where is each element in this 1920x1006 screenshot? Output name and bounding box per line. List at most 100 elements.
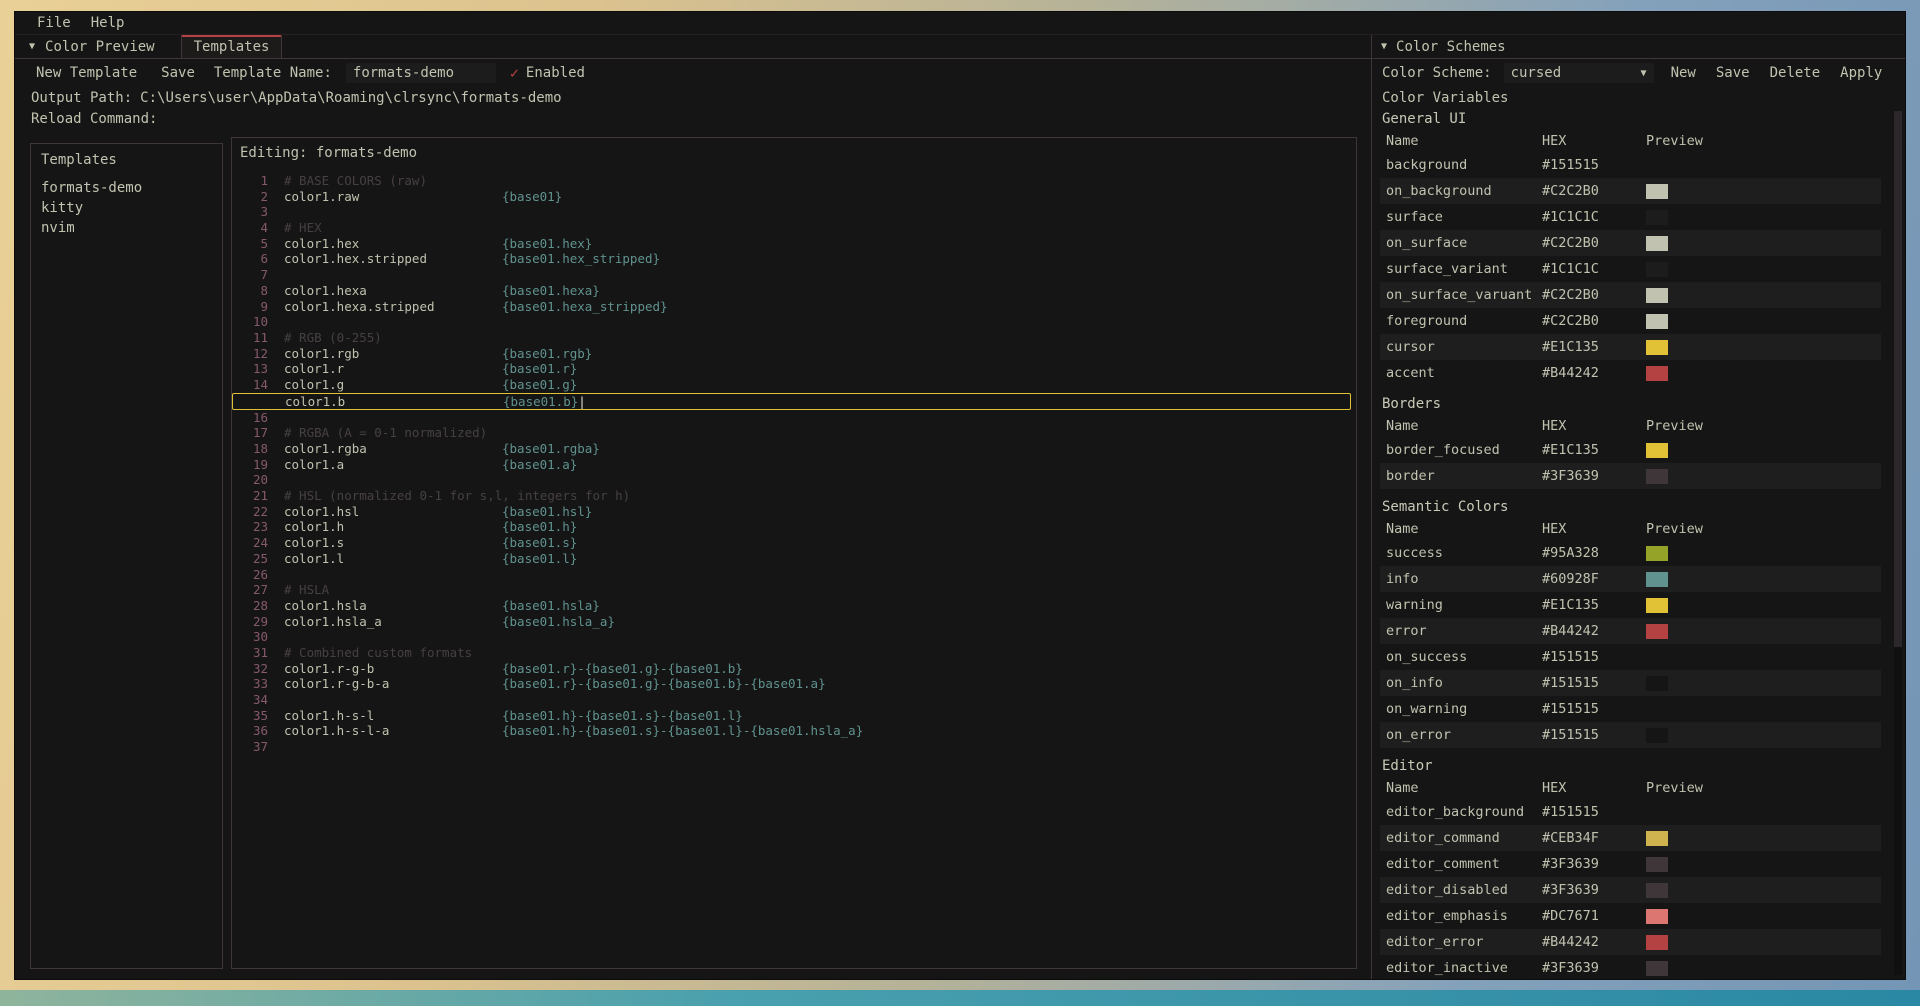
editor-line[interactable]: 37 bbox=[232, 739, 1356, 755]
menu-item-file[interactable]: File bbox=[37, 15, 71, 31]
color-variable-row[interactable]: on_warning#151515 bbox=[1380, 696, 1881, 722]
color-variable-row[interactable]: error#B44242 bbox=[1380, 618, 1881, 644]
variable-hex[interactable]: #E1C135 bbox=[1542, 339, 1646, 355]
variable-hex[interactable]: #151515 bbox=[1542, 675, 1646, 691]
variable-hex[interactable]: #151515 bbox=[1542, 727, 1646, 743]
editor-line[interactable]: 27# HSLA bbox=[232, 582, 1356, 598]
color-variable-row[interactable]: editor_command#CEB34F bbox=[1380, 825, 1881, 851]
color-variable-row[interactable]: editor_error#B44242 bbox=[1380, 929, 1881, 955]
editor-line[interactable]: 34 bbox=[232, 692, 1356, 708]
editor-line[interactable]: 12color1.rgb{base01.rgb} bbox=[232, 346, 1356, 362]
color-variable-row[interactable]: cursor#E1C135 bbox=[1380, 334, 1881, 360]
editor-line[interactable]: 14color1.g{base01.g} bbox=[232, 377, 1356, 393]
editor-line[interactable]: 31# Combined custom formats bbox=[232, 645, 1356, 661]
color-swatch[interactable] bbox=[1646, 236, 1668, 251]
variable-hex[interactable]: #3F3639 bbox=[1542, 960, 1646, 976]
editor-line[interactable]: 25color1.l{base01.l} bbox=[232, 551, 1356, 567]
editor-line[interactable]: 26 bbox=[232, 567, 1356, 583]
output-path-value[interactable]: C:\Users\user\AppData\Roaming\clrsync\fo… bbox=[140, 90, 561, 106]
template-name-input[interactable] bbox=[346, 63, 496, 83]
variable-hex[interactable]: #1C1C1C bbox=[1542, 261, 1646, 277]
variable-hex[interactable]: #B44242 bbox=[1542, 623, 1646, 639]
color-swatch[interactable] bbox=[1646, 598, 1668, 613]
editor-line[interactable]: 33color1.r-g-b-a{base01.r}-{base01.g}-{b… bbox=[232, 676, 1356, 692]
variable-hex[interactable]: #E1C135 bbox=[1542, 597, 1646, 613]
editor-line[interactable]: 2color1.raw{base01} bbox=[232, 189, 1356, 205]
color-swatch[interactable] bbox=[1646, 314, 1668, 329]
enabled-checkbox[interactable]: ✓ Enabled bbox=[510, 64, 585, 82]
color-variable-row[interactable]: border_focused#E1C135 bbox=[1380, 437, 1881, 463]
editor-line-active[interactable]: 15color1.b{base01.b}| bbox=[232, 393, 1351, 410]
editor-line[interactable]: 1# BASE COLORS (raw) bbox=[232, 173, 1356, 189]
color-swatch[interactable] bbox=[1646, 935, 1668, 950]
editor-line[interactable]: 19color1.a{base01.a} bbox=[232, 457, 1356, 473]
editor-line[interactable]: 22color1.hsl{base01.hsl} bbox=[232, 504, 1356, 520]
color-variable-row[interactable]: on_background#C2C2B0 bbox=[1380, 178, 1881, 204]
editor-line[interactable]: 11# RGB (0-255) bbox=[232, 330, 1356, 346]
chevron-down-icon[interactable]: ▼ bbox=[29, 41, 35, 52]
color-swatch[interactable] bbox=[1646, 909, 1668, 924]
editor-line[interactable]: 29color1.hsla_a{base01.hsla_a} bbox=[232, 614, 1356, 630]
editor-line[interactable]: 10 bbox=[232, 314, 1356, 330]
color-swatch[interactable] bbox=[1646, 469, 1668, 484]
scrollbar-thumb[interactable] bbox=[1894, 111, 1902, 647]
variable-hex[interactable]: #CEB34F bbox=[1542, 830, 1646, 846]
editor-line[interactable]: 5color1.hex{base01.hex} bbox=[232, 236, 1356, 252]
editor-line[interactable]: 36color1.h-s-l-a{base01.h}-{base01.s}-{b… bbox=[232, 723, 1356, 739]
color-swatch[interactable] bbox=[1646, 366, 1668, 381]
color-variable-row[interactable]: on_surface#C2C2B0 bbox=[1380, 230, 1881, 256]
editor-line[interactable]: 28color1.hsla{base01.hsla} bbox=[232, 598, 1356, 614]
variable-hex[interactable]: #151515 bbox=[1542, 804, 1646, 820]
variable-hex[interactable]: #C2C2B0 bbox=[1542, 313, 1646, 329]
color-swatch[interactable] bbox=[1646, 676, 1668, 691]
color-swatch[interactable] bbox=[1646, 728, 1668, 743]
new-template-button[interactable]: New Template bbox=[31, 63, 142, 83]
editor-line[interactable]: 6color1.hex.stripped{base01.hex_stripped… bbox=[232, 251, 1356, 267]
save-template-button[interactable]: Save bbox=[156, 63, 200, 83]
editor-line[interactable]: 21# HSL (normalized 0-1 for s,l, integer… bbox=[232, 488, 1356, 504]
color-variable-row[interactable]: success#95A328 bbox=[1380, 540, 1881, 566]
color-swatch[interactable] bbox=[1646, 805, 1668, 820]
color-variable-row[interactable]: editor_comment#3F3639 bbox=[1380, 851, 1881, 877]
variable-hex[interactable]: #B44242 bbox=[1542, 365, 1646, 381]
editor-line[interactable]: 9color1.hexa.stripped{base01.hexa_stripp… bbox=[232, 299, 1356, 315]
variable-hex[interactable]: #3F3639 bbox=[1542, 468, 1646, 484]
color-swatch[interactable] bbox=[1646, 288, 1668, 303]
color-swatch[interactable] bbox=[1646, 210, 1668, 225]
editor-line[interactable]: 7 bbox=[232, 267, 1356, 283]
chevron-down-icon[interactable]: ▼ bbox=[1381, 41, 1387, 52]
color-swatch[interactable] bbox=[1646, 340, 1668, 355]
variable-hex[interactable]: #151515 bbox=[1542, 649, 1646, 665]
editor-line[interactable]: 35color1.h-s-l{base01.h}-{base01.s}-{bas… bbox=[232, 708, 1356, 724]
color-swatch[interactable] bbox=[1646, 546, 1668, 561]
color-variable-row[interactable]: border#3F3639 bbox=[1380, 463, 1881, 489]
editor-line[interactable]: 24color1.s{base01.s} bbox=[232, 535, 1356, 551]
color-swatch[interactable] bbox=[1646, 883, 1668, 898]
variable-hex[interactable]: #DC7671 bbox=[1542, 908, 1646, 924]
variable-hex[interactable]: #1C1C1C bbox=[1542, 209, 1646, 225]
scheme-new-button[interactable]: New bbox=[1666, 63, 1701, 83]
color-swatch[interactable] bbox=[1646, 624, 1668, 639]
tab-templates[interactable]: Templates bbox=[181, 35, 283, 58]
scheme-save-button[interactable]: Save bbox=[1711, 63, 1755, 83]
color-swatch[interactable] bbox=[1646, 184, 1668, 199]
variable-hex[interactable]: #95A328 bbox=[1542, 545, 1646, 561]
color-swatch[interactable] bbox=[1646, 702, 1668, 717]
editor-line[interactable]: 32color1.r-g-b{base01.r}-{base01.g}-{bas… bbox=[232, 661, 1356, 677]
color-variable-row[interactable]: on_surface_varuant#C2C2B0 bbox=[1380, 282, 1881, 308]
variable-hex[interactable]: #C2C2B0 bbox=[1542, 235, 1646, 251]
color-variable-row[interactable]: accent#B44242 bbox=[1380, 360, 1881, 386]
template-editor[interactable]: Editing: formats-demo 1# BASE COLORS (ra… bbox=[231, 137, 1357, 969]
color-swatch[interactable] bbox=[1646, 158, 1668, 173]
color-variable-row[interactable]: editor_background#151515 bbox=[1380, 799, 1881, 825]
variable-hex[interactable]: #151515 bbox=[1542, 157, 1646, 173]
editor-line[interactable]: 8color1.hexa{base01.hexa} bbox=[232, 283, 1356, 299]
variable-hex[interactable]: #B44242 bbox=[1542, 934, 1646, 950]
color-variable-row[interactable]: warning#E1C135 bbox=[1380, 592, 1881, 618]
color-variable-row[interactable]: on_error#151515 bbox=[1380, 722, 1881, 748]
color-swatch[interactable] bbox=[1646, 857, 1668, 872]
color-scheme-dropdown[interactable]: cursed ▼ bbox=[1504, 63, 1654, 83]
editor-line[interactable]: 17# RGBA (A = 0-1 normalized) bbox=[232, 425, 1356, 441]
editor-line[interactable]: 18color1.rgba{base01.rgba} bbox=[232, 441, 1356, 457]
color-swatch[interactable] bbox=[1646, 572, 1668, 587]
